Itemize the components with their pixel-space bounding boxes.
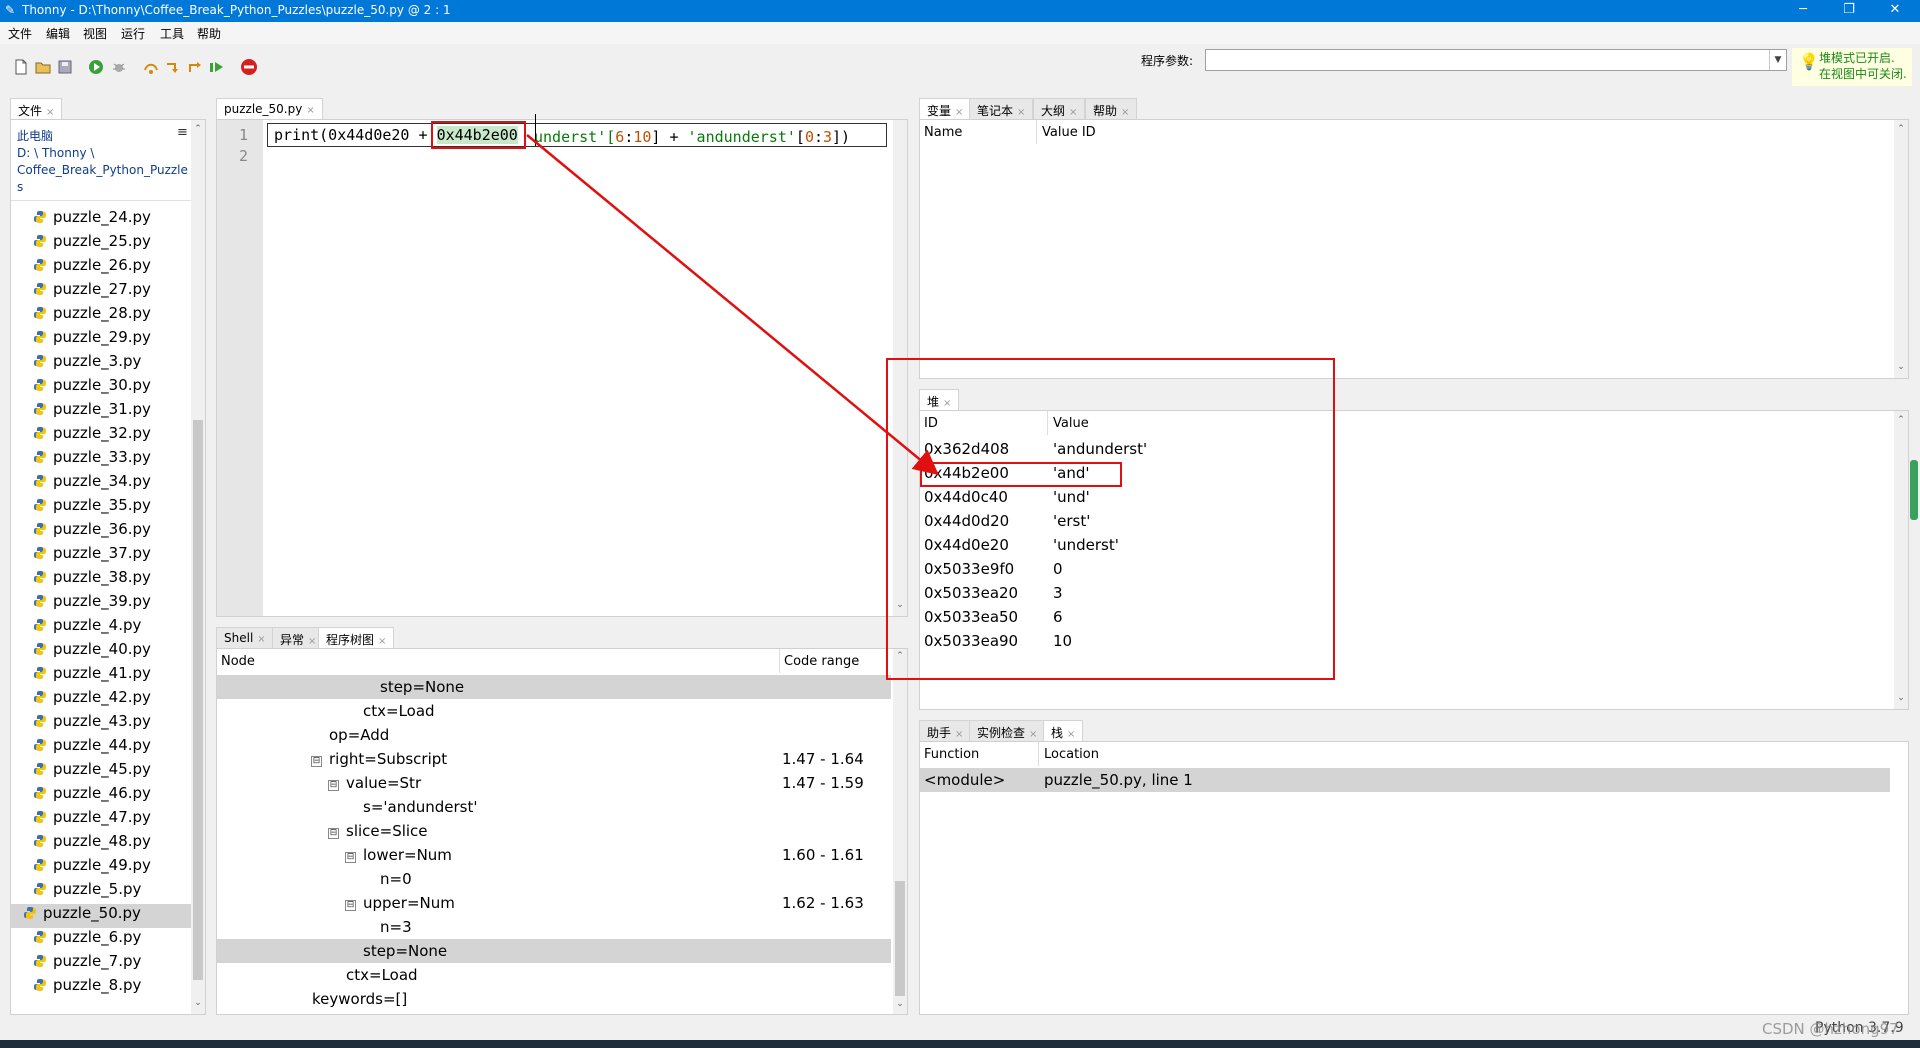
annotation-arrow — [526, 134, 939, 476]
